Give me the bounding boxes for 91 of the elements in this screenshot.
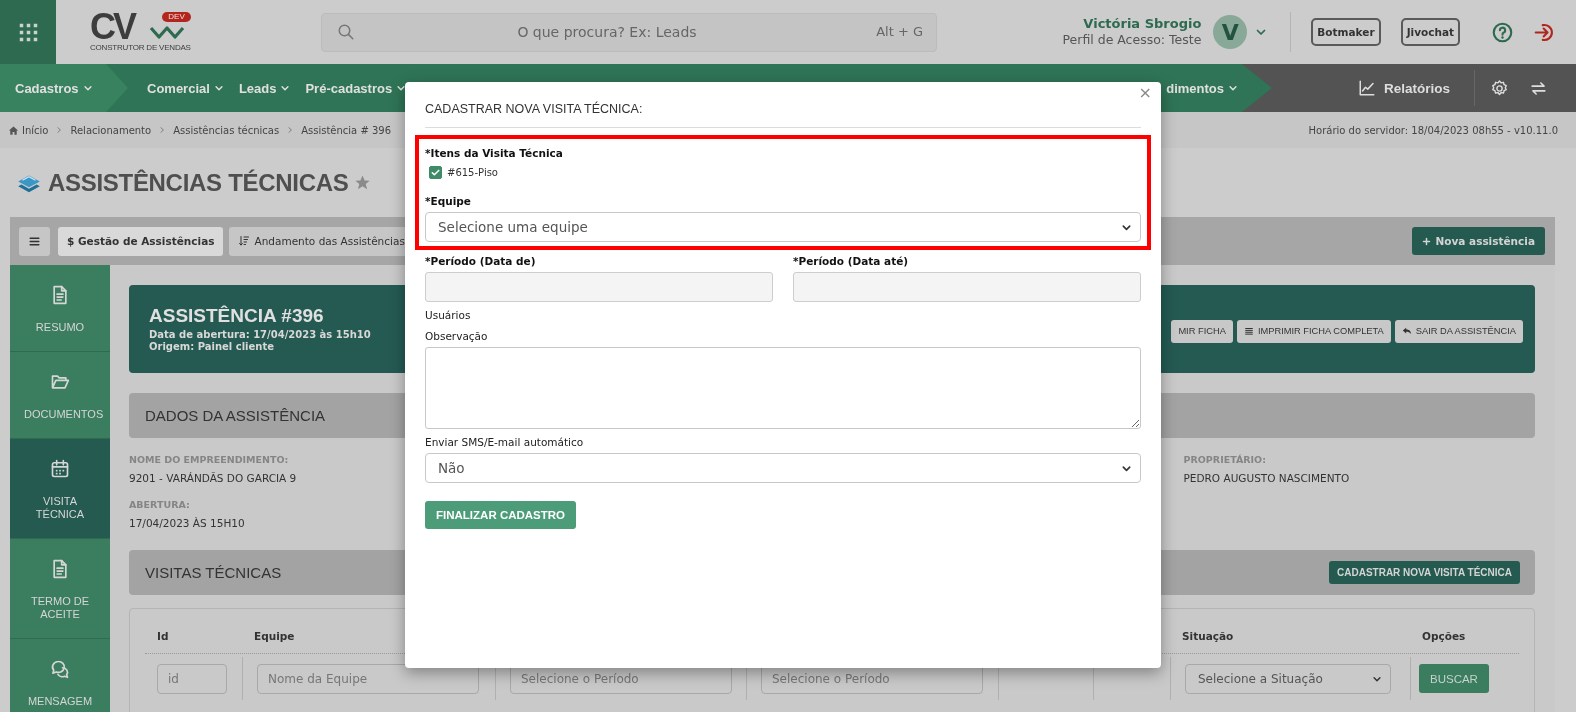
sort-icon — [238, 235, 251, 247]
user-name: Victória Sbrogio — [1083, 16, 1202, 32]
nav-item[interactable]: Leads — [238, 64, 291, 112]
field-label: Usuários — [425, 308, 472, 323]
origin-text: Origem: Painel cliente — [149, 341, 275, 353]
reply-icon — [1401, 326, 1412, 336]
submit-button[interactable]: FINALIZAR CADASTRO — [425, 501, 577, 529]
avatar[interactable]: V — [1213, 15, 1248, 49]
field-value: 17/04/2023 ÀS 15H10 — [129, 516, 245, 530]
nav-item[interactable]: Pré-cadastros — [305, 64, 407, 112]
breadcrumb-link[interactable]: Relacionamento — [70, 124, 152, 136]
new-button[interactable]: Nova assistência — [1412, 227, 1545, 255]
add-visit-button[interactable]: CADASTRAR NOVA VISITA TÉCNICA — [1329, 561, 1520, 584]
filter-field[interactable]: Nome da Equipe — [257, 664, 479, 694]
outline-button[interactable]: Botmaker — [1311, 18, 1381, 46]
field-label: *Período (Data até) — [793, 254, 910, 269]
apps-button[interactable] — [0, 0, 56, 64]
field-label: *Equipe — [425, 194, 472, 209]
shortcut-hint: Alt + G — [876, 23, 923, 39]
sidebar-item[interactable]: VISITA TÉCNICA — [10, 439, 110, 539]
plus-icon — [1422, 236, 1432, 246]
document-icon — [50, 285, 70, 305]
list-icon — [1243, 326, 1254, 336]
close-button[interactable]: × — [1135, 84, 1155, 102]
filter-select[interactable]: Selecione a Situação — [1185, 664, 1391, 694]
column-header: Situação — [1182, 629, 1234, 642]
folder-icon — [50, 372, 70, 392]
chevron-down-icon — [396, 83, 407, 93]
section-title: DADOS DA ASSISTÊNCIA — [145, 407, 326, 424]
logo-badge: DEV — [162, 12, 191, 22]
field-label: ABERTURA: — [129, 498, 190, 511]
logout-icon[interactable] — [1534, 21, 1555, 43]
column-header: Equipe — [254, 629, 295, 642]
outline-button[interactable]: Jivochat — [1400, 18, 1460, 46]
nav-item[interactable]: Comercial — [147, 64, 224, 112]
opening-date: Data de abertura: 17/04/2023 às 15h10 — [149, 329, 371, 341]
breadcrumb-link[interactable]: Assistências técnicas — [173, 124, 280, 136]
select-field[interactable]: Selecione uma equipe — [425, 212, 1141, 242]
date-field[interactable] — [793, 272, 1141, 302]
select-field[interactable]: Não — [425, 453, 1141, 483]
column-header: Id — [157, 629, 169, 642]
checkbox-label: #615-Piso — [447, 167, 498, 178]
tab[interactable]: $ Gestão de Assistências — [58, 226, 224, 256]
field-value: PEDRO AUGUSTO NASCIMENTO — [1183, 471, 1350, 485]
column-header: Opções — [1422, 629, 1466, 642]
home-icon — [8, 124, 19, 136]
chevron-down-icon — [213, 83, 224, 93]
breadcrumb-link[interactable]: Assistência # 396 — [301, 124, 392, 136]
section-title: VISITAS TÉCNICAS — [145, 564, 282, 581]
apps-icon — [17, 21, 39, 43]
nav-item[interactable]: Cadastros — [0, 64, 128, 112]
field-label: Enviar SMS/E-mail automático — [425, 435, 585, 450]
action-button[interactable]: MIR FICHA — [1171, 319, 1233, 343]
logo-text: CV — [90, 11, 135, 43]
field-label: PROPRIETÁRIO: — [1183, 453, 1266, 466]
logo-tagline: CONSTRUTOR DE VENDAS — [90, 43, 191, 53]
settings-icon[interactable] — [1490, 78, 1509, 98]
field-label: *Itens da Visita Técnica — [425, 146, 564, 161]
chevron-down-icon — [1228, 83, 1238, 93]
help-icon[interactable] — [1492, 21, 1513, 43]
filter-field[interactable]: id — [157, 664, 227, 694]
search-icon — [337, 22, 355, 41]
field-label: *Período (Data de) — [425, 254, 537, 269]
line-chart-icon — [1357, 79, 1376, 97]
document-icon — [50, 559, 70, 579]
user-profile: Perfil de Acesso: Teste — [1062, 32, 1202, 48]
chevron-down-icon — [82, 83, 93, 93]
server-time: Horário do servidor: 18/04/2023 08h55 - v10.11.0 — [1308, 124, 1558, 136]
page-title: ASSISTÊNCIAS TÉCNICAS — [48, 168, 349, 197]
chat-icon — [50, 659, 70, 679]
chevron-down-icon — [280, 83, 291, 93]
calendar-icon — [50, 459, 70, 479]
reports-link[interactable]: Relatórios — [1357, 79, 1450, 97]
chevron-right-icon — [286, 126, 295, 134]
field-label: Observação — [425, 329, 489, 344]
chevron-right-icon — [55, 126, 64, 134]
action-button[interactable]: IMPRIMIR FICHA COMPLETA — [1236, 319, 1391, 343]
field-label: NOME DO EMPREENDIMENTO: — [129, 453, 289, 466]
action-button[interactable]: SAIR DA ASSISTÊNCIA — [1394, 319, 1523, 343]
nav-item[interactable]: dimentos — [1166, 64, 1238, 112]
search-button[interactable]: BUSCAR — [1419, 664, 1489, 693]
menu-button[interactable] — [19, 226, 50, 256]
assistance-title: ASSISTÊNCIA #396 — [149, 305, 325, 327]
chevron-right-icon — [158, 126, 167, 134]
chevron-down-icon — [1372, 674, 1382, 684]
breadcrumb-link[interactable]: Início — [22, 124, 49, 136]
date-field[interactable] — [425, 272, 773, 302]
modal-title: CADASTRAR NOVA VISITA TÉCNICA: — [425, 100, 644, 118]
checkbox[interactable] — [429, 166, 442, 179]
star-icon[interactable] — [354, 174, 372, 191]
field-value: 9201 - VARÁNDÃS DO GARCIA 9 — [129, 471, 297, 485]
